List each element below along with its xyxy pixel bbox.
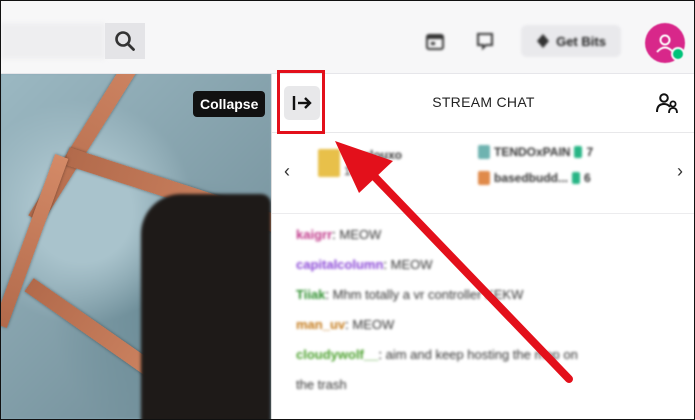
chat-username[interactable]: man_uv [296,317,345,332]
chat-text: the trash [296,377,347,392]
chat-message: the trash [296,370,691,400]
leaderboard-entry[interactable]: basedbudd... 6 [478,171,591,185]
chat-text: Mhm totally a vr controller KEKW [332,287,524,302]
online-status-dot [671,47,685,61]
leaderboard-name: TENDOxPAIN [494,145,571,159]
search-input[interactable] [1,23,105,59]
rank-badge-icon [478,145,490,159]
search-button[interactable] [105,23,145,59]
chat-username[interactable]: kaigrr [296,227,332,242]
leaderboard-value: 7 [586,145,594,159]
chat-message: kaigrr: MEOW [296,227,382,242]
bits-icon [537,34,550,48]
collapse-tooltip-label: Collapse [200,96,259,112]
annotation-highlight-box [277,70,325,134]
chat-panel: STREAM CHAT ‹ › Hemlouxo 10 TENDOxPAIN 7… [271,74,694,419]
rank-badge-icon [478,171,490,185]
notifications-icon[interactable] [471,27,499,55]
video-subject [141,194,271,419]
chat-text: aim and keep hosting the mop on [385,347,578,362]
leaderboard-name: basedbudd... [494,171,569,185]
avatar[interactable] [645,23,685,63]
chat-message: cloudywolf__: aim and keep hosting the m… [296,347,578,362]
video-player[interactable] [1,74,271,419]
chat-username[interactable]: capitalcolumn [296,257,383,272]
leaderboard-entry[interactable]: Hemlouxo 10 [318,147,402,179]
get-bits-button[interactable]: Get Bits [521,25,621,57]
chat-text: MEOW [352,317,395,332]
chat-username[interactable]: Tiiak [296,287,325,302]
chat-username[interactable]: cloudywolf__ [296,347,378,362]
bits-leaderboard: ‹ › Hemlouxo 10 TENDOxPAIN 7 basedbudd..… [272,133,694,214]
leaderboard-name: Hemlouxo [344,148,403,162]
chat-message: Tiiak: Mhm totally a vr controller KEKW [296,287,524,302]
search-icon [115,31,135,51]
leaderboard-value: 10 [344,164,358,178]
calendar-icon[interactable] [421,27,449,55]
leaderboard-entry[interactable]: TENDOxPAIN 7 [478,145,593,159]
chat-header: STREAM CHAT [272,74,694,133]
chat-message: capitalcolumn: MEOW [296,257,433,272]
bits-icon [572,172,581,184]
leaderboard-next-icon[interactable]: › [677,161,683,182]
bits-icon [574,146,583,158]
chat-text: MEOW [390,257,433,272]
get-bits-label: Get Bits [556,33,606,49]
crown-icon [318,149,340,177]
leaderboard-prev-icon[interactable]: ‹ [284,161,290,182]
chat-messages: kaigrr: MEOW capitalcolumn: MEOW Tiiak: … [296,220,691,400]
chat-message: man_uv: MEOW [296,317,395,332]
chat-title: STREAM CHAT [432,94,535,110]
collapse-tooltip: Collapse [193,91,266,117]
leaderboard-value: 6 [584,171,591,185]
chat-text: MEOW [339,227,382,242]
top-nav: Get Bits [1,1,694,74]
community-icon[interactable] [655,90,681,116]
screenshot-frame: Get Bits Collapse STREAM CHAT ‹ › Hemlou… [0,0,695,420]
